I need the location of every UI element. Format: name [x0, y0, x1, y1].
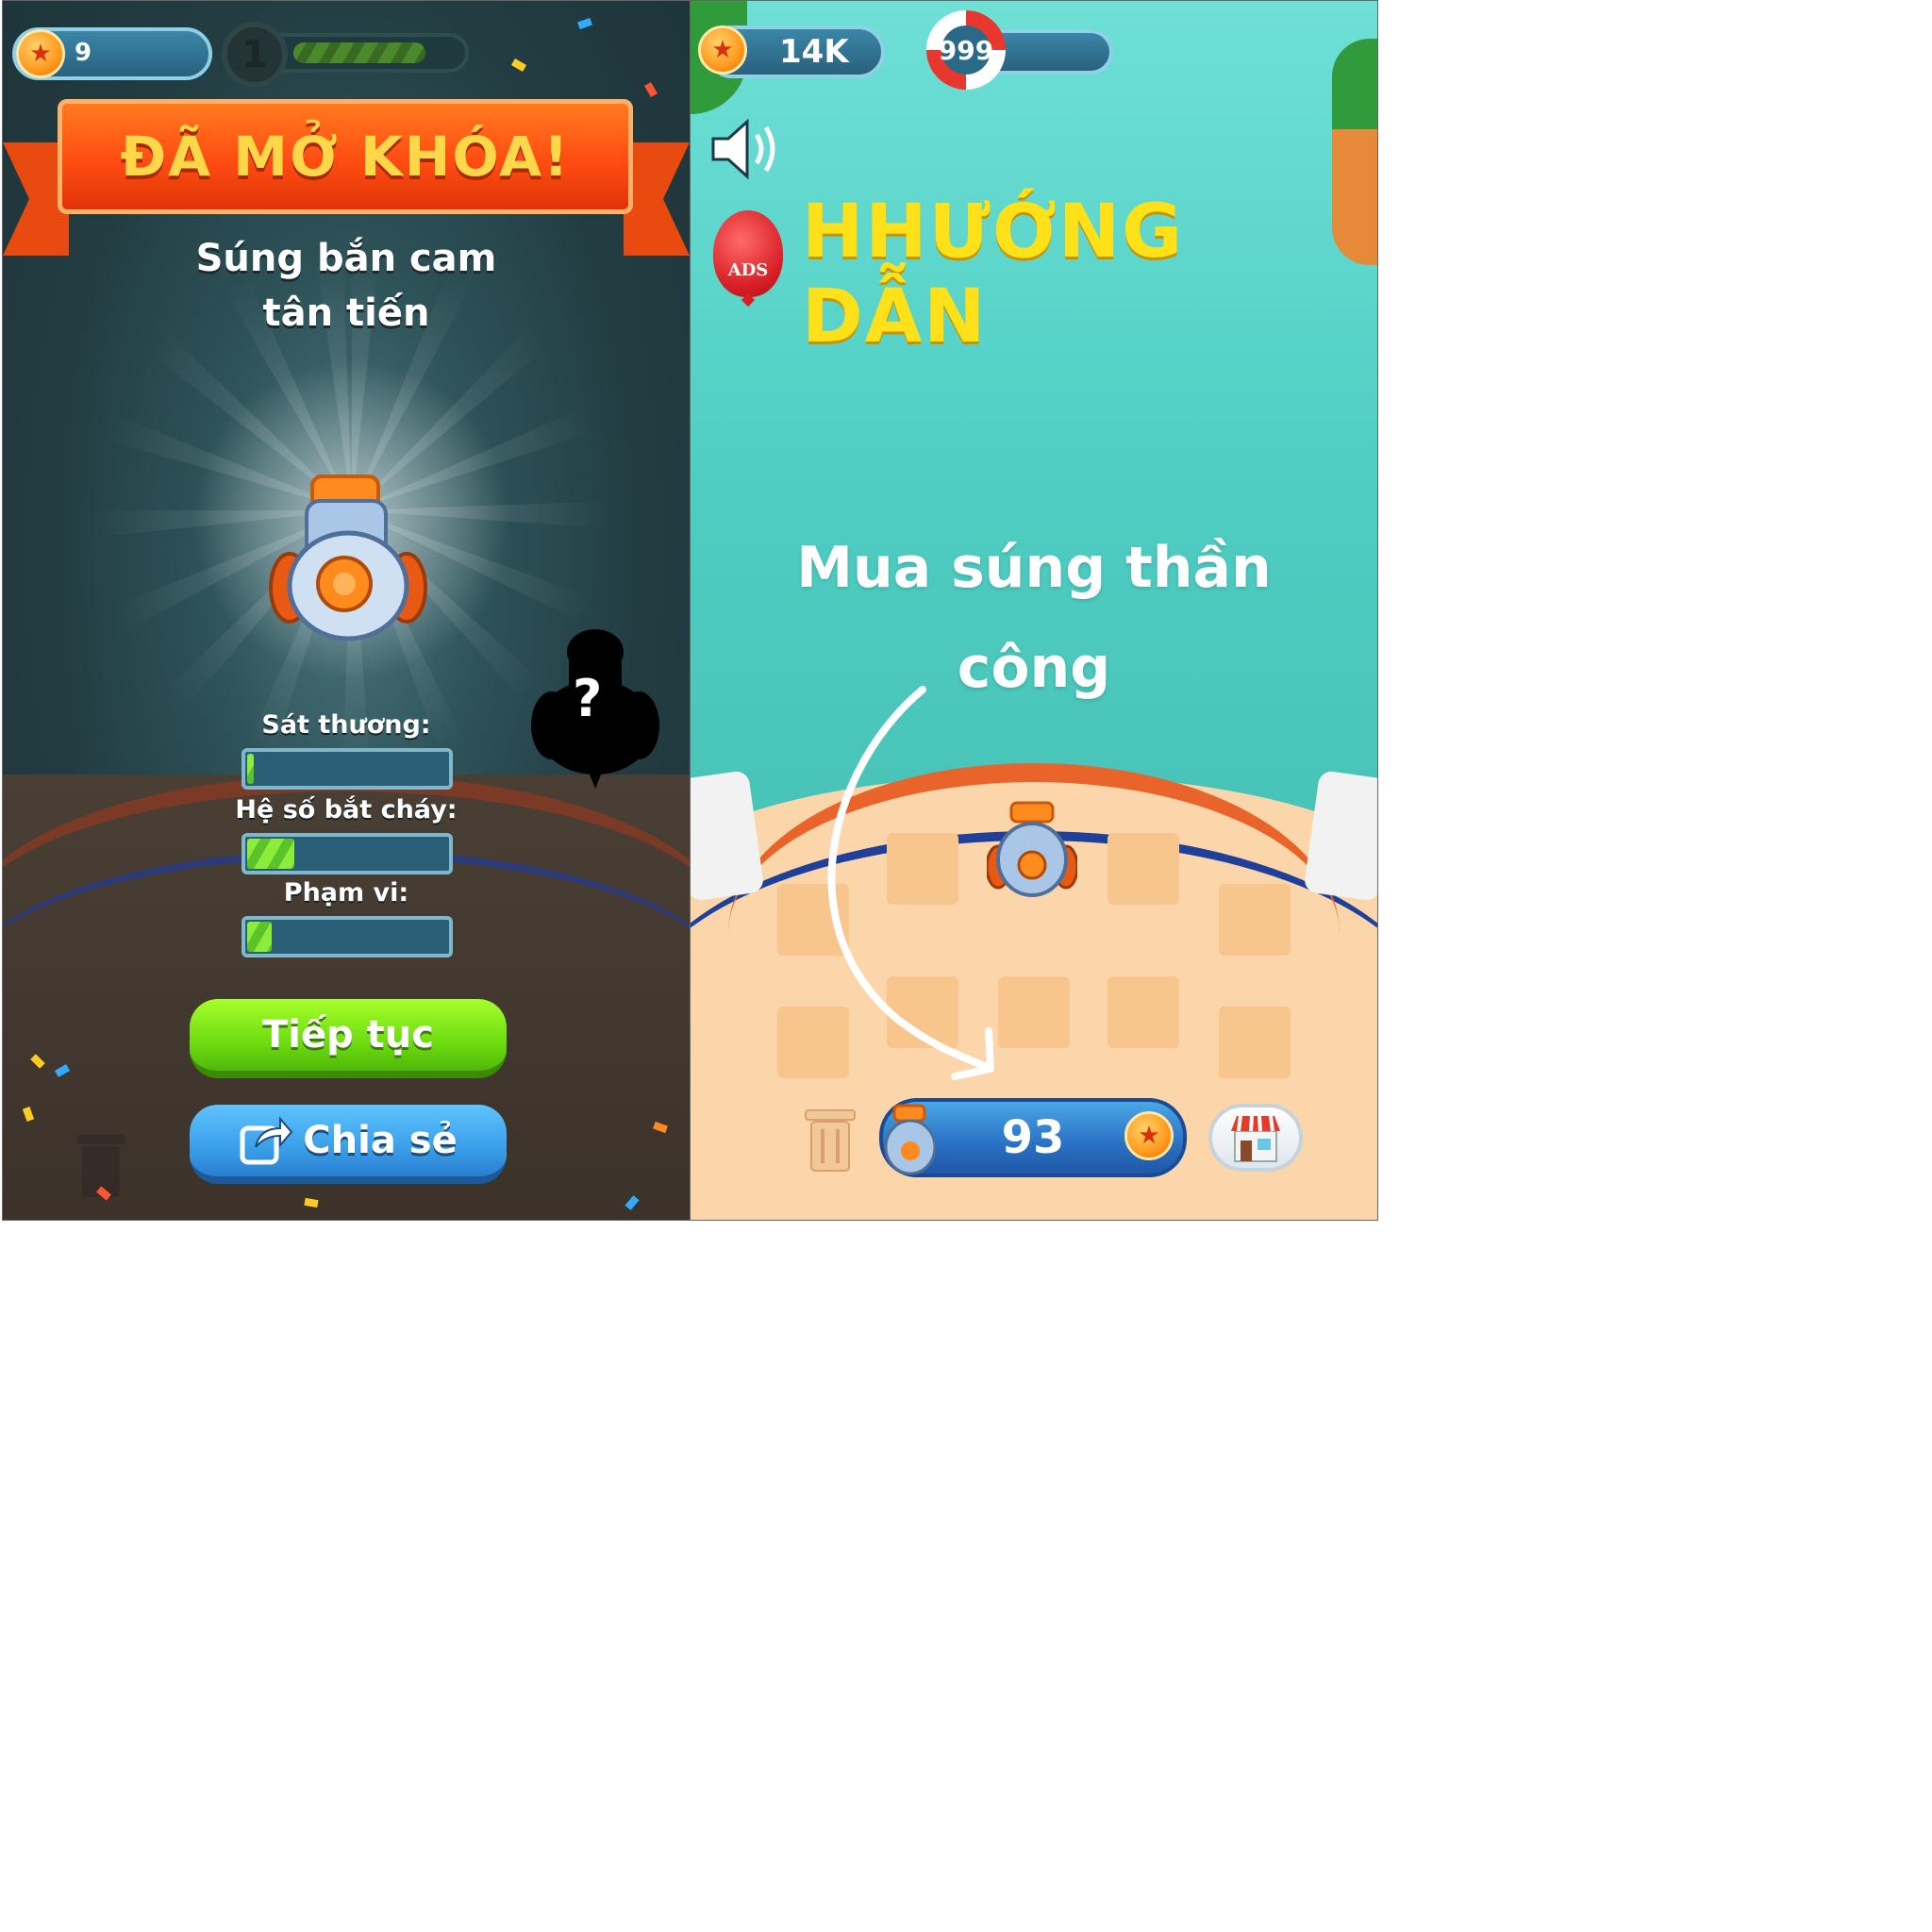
- banner-title: ĐÃ MỞ KHÓA!: [120, 125, 571, 189]
- continue-button[interactable]: Tiếp tục: [190, 999, 507, 1078]
- ads-label: ADS: [727, 260, 769, 280]
- cannon-icon: [884, 1104, 937, 1175]
- stat-label-damage: Sát thương:: [261, 710, 431, 740]
- unlock-banner: ĐÃ MỞ KHÓA!: [58, 99, 633, 214]
- deck-pillar-left: [691, 770, 765, 902]
- coin-count: 14K: [779, 33, 849, 71]
- confetti: [510, 58, 527, 72]
- guide-screen: 14K ★ 999 ADS HHƯỚNG DẪN Mua súng thần c…: [690, 0, 1378, 1221]
- confetti: [644, 81, 658, 98]
- continue-label: Tiếp tục: [262, 1013, 434, 1057]
- cannon-slot[interactable]: [1219, 884, 1291, 956]
- buy-price: 93: [1001, 1111, 1065, 1164]
- deck-pillar-right: [1303, 770, 1377, 902]
- guide-title: HHƯỚNG DẪN: [802, 190, 1185, 359]
- weapon-name-line2: tân tiến: [262, 291, 430, 335]
- trash-icon[interactable]: [802, 1105, 858, 1174]
- confetti: [577, 17, 592, 30]
- unlock-screen: 9 ★ 1 ĐÃ MỞ KHÓA! Súng bắn cam tân tiến …: [2, 0, 691, 1221]
- sound-icon[interactable]: [709, 116, 785, 182]
- buy-cannon-button[interactable]: 93 ★: [879, 1098, 1187, 1177]
- cannon-slot[interactable]: [1108, 833, 1179, 905]
- shop-button[interactable]: [1208, 1104, 1303, 1172]
- life-ring-icon: 999: [926, 10, 1006, 90]
- share-button[interactable]: Chia sẻ: [190, 1105, 507, 1184]
- lives-count: 999: [938, 34, 994, 66]
- level-badge-icon: 1: [222, 22, 288, 88]
- weapon-name-line1: Súng bắn cam: [195, 237, 497, 280]
- stat-fill-range: [247, 922, 273, 952]
- level-number: 1: [242, 33, 268, 76]
- stat-bar-damage: [242, 748, 453, 790]
- stat-label-burn: Hệ số bắt cháy:: [235, 795, 458, 824]
- cannon-slot[interactable]: [1108, 976, 1179, 1048]
- stat-fill-burn: [247, 839, 294, 869]
- instruction-line1: Mua súng thần: [796, 535, 1272, 601]
- stat-bar-burn: [242, 833, 453, 874]
- stat-fill-damage: [247, 754, 254, 784]
- stat-bar-range: [242, 916, 453, 958]
- arrow-icon: [827, 686, 994, 1080]
- shop-icon: [1231, 1115, 1280, 1162]
- coin-icon: ★: [1124, 1111, 1174, 1160]
- cannon-slot[interactable]: [1219, 1007, 1291, 1078]
- coin-icon: ★: [698, 25, 747, 75]
- cannon-icon: [269, 475, 427, 641]
- coin-count: 9: [75, 39, 92, 67]
- share-label: Chia sẻ: [303, 1119, 458, 1162]
- coin-icon: ★: [16, 29, 65, 78]
- share-icon: [240, 1116, 293, 1165]
- stat-label-range: Phạm vi:: [283, 878, 409, 908]
- ads-balloon-icon[interactable]: ADS: [713, 210, 783, 297]
